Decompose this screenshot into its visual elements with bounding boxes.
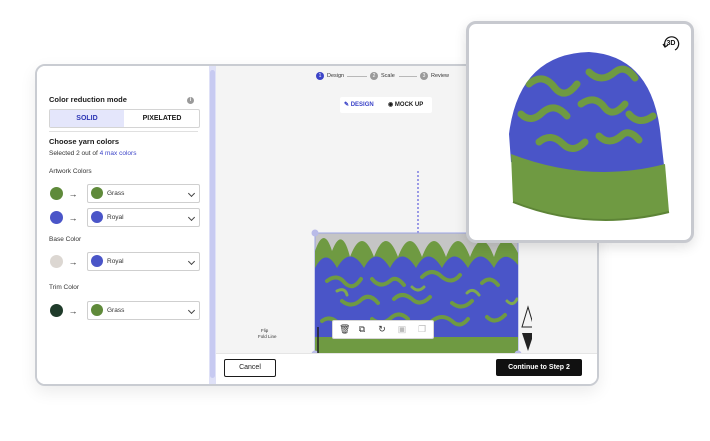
yarn-label: Grass	[107, 190, 125, 197]
step-label-scale[interactable]: Scale	[381, 72, 395, 80]
delete-icon[interactable]: 🗑	[339, 324, 350, 334]
3d-badge-label: 3D	[666, 40, 676, 47]
artwork-colors-title: Artwork Colors	[49, 168, 92, 175]
mockup-view-label: MOCK UP	[394, 102, 424, 108]
canvas-toolbar: 🗑 ⧉ ↻ ▣ ❐	[332, 320, 434, 339]
design-view-button[interactable]: ✎ DESIGN	[344, 97, 374, 113]
trim-color-title: Trim Color	[49, 284, 80, 291]
yarn-label: Grass	[107, 307, 125, 314]
yarn-label: Royal	[107, 258, 124, 265]
artwork-source-swatch-2	[50, 211, 63, 224]
flip-label: Flip	[261, 328, 269, 333]
yarn-subtitle-prefix: Selected 2 out of	[49, 150, 100, 157]
yarn-subtitle: Selected 2 out of 4 max colors	[49, 150, 136, 157]
fold-line-label: Fold Line	[258, 334, 277, 339]
arrow-right-icon: →	[68, 306, 78, 316]
mode-option-pixelated[interactable]: PIXELATED	[125, 110, 199, 127]
artwork-source-swatch-1	[50, 187, 63, 200]
chevron-down-icon	[187, 257, 196, 266]
yarn-title: Choose yarn colors	[49, 137, 120, 146]
step-number-3: 3	[420, 72, 428, 80]
resize-handle-top-left[interactable]	[311, 229, 319, 237]
continue-button[interactable]: Continue to Step 2	[496, 359, 582, 376]
step-number-2: 2	[370, 72, 378, 80]
beanie-3d-render	[509, 52, 670, 221]
chevron-down-icon	[187, 306, 196, 315]
yarn-swatch	[91, 304, 103, 316]
bring-forward-icon[interactable]: ▣	[397, 324, 407, 334]
mode-option-solid[interactable]: SOLID	[50, 110, 124, 127]
divider	[49, 131, 198, 132]
yarn-label: Royal	[107, 214, 124, 221]
trim-source-swatch	[50, 304, 63, 317]
footer-bar: Cancel Continue to Step 2	[216, 353, 597, 384]
scrollbar-thumb[interactable]	[210, 70, 215, 378]
yarn-swatch	[91, 187, 103, 199]
yarn-swatch	[91, 211, 103, 223]
3d-preview-card: 3D	[466, 21, 694, 243]
step-connector	[347, 76, 367, 77]
artwork-color-select-1[interactable]: Grass	[87, 184, 200, 203]
arrow-right-icon: →	[68, 189, 78, 199]
design-view-label: DESIGN	[350, 102, 374, 108]
pen-icon: ✎	[344, 102, 350, 108]
step-connector	[399, 76, 417, 77]
left-panel: Color reduction mode i SOLID PIXELATED C…	[37, 66, 209, 384]
3d-rotate-icon[interactable]: 3D	[661, 34, 681, 54]
chevron-down-icon	[187, 213, 196, 222]
send-backward-icon[interactable]: ❐	[417, 324, 427, 334]
rotate-icon[interactable]: ↻	[377, 324, 387, 334]
arrow-right-icon: →	[68, 213, 78, 223]
base-color-title: Base Color	[49, 236, 82, 243]
mockup-view-button[interactable]: ◉ MOCK UP	[388, 97, 423, 113]
trim-color-select[interactable]: Grass	[87, 301, 200, 320]
base-color-select[interactable]: Royal	[87, 252, 200, 271]
cancel-button[interactable]: Cancel	[224, 359, 276, 377]
chevron-down-icon	[187, 189, 196, 198]
step-label-design[interactable]: Design	[327, 72, 344, 80]
mode-title: Color reduction mode	[49, 95, 127, 104]
max-colors-link[interactable]: 4 max colors	[100, 150, 137, 157]
fold-flip-icon[interactable]	[521, 305, 532, 351]
step-label-review[interactable]: Review	[431, 72, 449, 80]
eye-icon: ◉	[388, 102, 394, 108]
info-icon[interactable]: i	[187, 97, 194, 104]
mode-segmented-control: SOLID PIXELATED	[49, 109, 200, 128]
arrow-right-icon: →	[68, 257, 78, 267]
step-number-1: 1	[316, 72, 324, 80]
yarn-swatch	[91, 255, 103, 267]
artwork-color-select-2[interactable]: Royal	[87, 208, 200, 227]
view-toggle: ✎ DESIGN ◉ MOCK UP	[340, 97, 432, 113]
duplicate-icon[interactable]: ⧉	[357, 324, 367, 334]
base-source-swatch	[50, 255, 63, 268]
